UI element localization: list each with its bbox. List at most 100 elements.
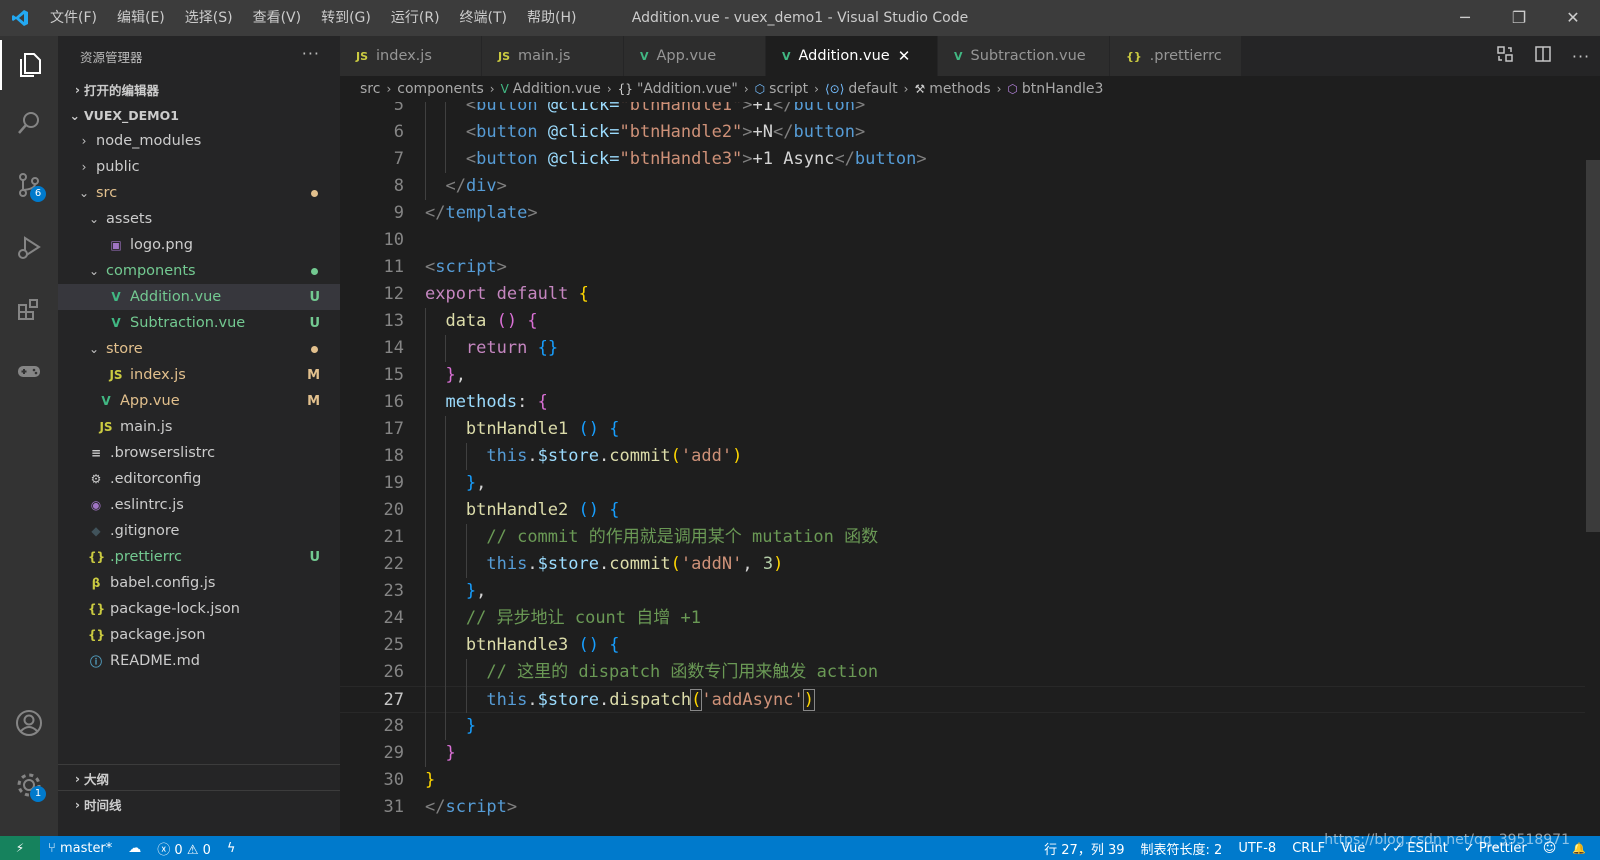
breadcrumb-item[interactable]: {} "Addition.vue" xyxy=(618,81,738,97)
code-line: 28} xyxy=(340,713,1585,740)
close-window-button[interactable]: ✕ xyxy=(1546,0,1600,36)
search-button[interactable] xyxy=(0,98,58,148)
menu-item[interactable]: 文件(F) xyxy=(40,0,107,36)
file-item[interactable]: ≡ .browserslistrc xyxy=(58,440,340,466)
breadcrumb-item[interactable]: ⬡ btnHandle3 xyxy=(1007,81,1103,97)
code-token: () xyxy=(496,311,518,331)
problems-status[interactable]: ⓧ 0 ⚠ 0 xyxy=(149,839,219,858)
remote-indicator[interactable]: ⚡ xyxy=(0,836,40,860)
menu-item[interactable]: 查看(V) xyxy=(243,0,312,36)
open-changes-button[interactable] xyxy=(1486,45,1524,67)
file-item[interactable]: β babel.config.js xyxy=(58,570,340,596)
file-item[interactable]: JS index.js M xyxy=(58,362,340,388)
bolt-status[interactable]: ϟ xyxy=(219,841,244,856)
tab-main-js[interactable]: JS main.js xyxy=(482,36,624,76)
breadcrumb-item[interactable]: src xyxy=(360,81,380,97)
code-token: } xyxy=(445,743,456,763)
accounts-button[interactable] xyxy=(0,698,58,748)
file-item[interactable]: JS main.js xyxy=(58,414,340,440)
code-token: . xyxy=(599,554,610,574)
file-item[interactable]: ◆ .gitignore xyxy=(58,518,340,544)
tab-size[interactable]: 制表符长度: 2 xyxy=(1133,839,1231,858)
cursor-position[interactable]: 行 27，列 39 xyxy=(1036,839,1132,858)
file-item[interactable]: V App.vue M xyxy=(58,388,340,414)
list-icon: ≡ xyxy=(90,446,102,460)
extensions-button[interactable] xyxy=(0,284,58,334)
folder-item[interactable]: ⌄ src xyxy=(58,180,340,206)
project-section[interactable]: ⌄ VUEX_DEMO1 xyxy=(58,102,340,128)
more-editor-actions-button[interactable]: ··· xyxy=(1562,47,1600,66)
manage-button[interactable]: 1 xyxy=(0,760,58,810)
tab-index-js[interactable]: JS index.js xyxy=(340,36,482,76)
code-text: // 这里的 dispatch 函数专门用来触发 action xyxy=(486,659,878,686)
outline-section[interactable]: › 大纲 xyxy=(58,764,340,791)
more-actions-button[interactable]: ··· xyxy=(302,44,320,63)
code-token: </ xyxy=(425,797,446,817)
code-token: < xyxy=(465,149,477,169)
restore-button[interactable]: ❐ xyxy=(1492,0,1546,36)
file-item[interactable]: {} package.json xyxy=(58,622,340,648)
line-number: 14 xyxy=(383,338,404,358)
chevron-right-icon: › xyxy=(81,160,87,174)
code-editor[interactable]: 5 <button @click="btnHandle1">+1</button>… xyxy=(340,102,1600,836)
code-token: () xyxy=(578,500,599,520)
js-icon: JS xyxy=(109,368,123,382)
title-bar: 文件(F) 编辑(E) 选择(S) 查看(V) 转到(G) 运行(R) 终端(T) 帮助(H)… xyxy=(0,0,1600,36)
code-text: <button @click="btnHandle2">+N</button> xyxy=(466,119,865,146)
code-token: ( xyxy=(670,554,681,574)
branch-status[interactable]: ⑂ master* xyxy=(40,841,120,856)
menu-item[interactable]: 帮助(H) xyxy=(517,0,586,36)
menu-item[interactable]: 终端(T) xyxy=(450,0,517,36)
json-icon: {} xyxy=(88,550,106,564)
folder-item[interactable]: ⌄ assets xyxy=(58,206,340,232)
file-item[interactable]: ▣ logo.png xyxy=(58,232,340,258)
timeline-section[interactable]: › 时间线 xyxy=(58,790,340,817)
folder-item[interactable]: ⌄ components xyxy=(58,258,340,284)
open-editors-section[interactable]: › 打开的编辑器 xyxy=(58,76,340,102)
file-item[interactable]: V Subtraction.vue U xyxy=(58,310,340,336)
file-item[interactable]: {} .prettierrc U xyxy=(58,544,340,570)
sync-status[interactable]: ☁ xyxy=(120,841,149,856)
remote-button[interactable] xyxy=(0,346,58,396)
breadcrumb-item[interactable]: V Addition.vue xyxy=(501,81,601,97)
file-item[interactable]: V Addition.vue U xyxy=(58,284,340,310)
source-control-button[interactable]: 6 xyxy=(0,160,58,210)
tab-addition-vue[interactable]: V Addition.vue ✕ xyxy=(766,36,938,76)
editor-scrollbar[interactable] xyxy=(1586,160,1600,532)
code-text: }, xyxy=(466,578,487,605)
tab--prettierrc[interactable]: {} .prettierrc xyxy=(1110,36,1242,76)
line-number: 10 xyxy=(383,230,404,250)
code-token: </ xyxy=(834,149,855,169)
breadcrumb-item[interactable]: ⚒ methods xyxy=(914,81,990,97)
file-item[interactable]: {} package-lock.json xyxy=(58,596,340,622)
code-text: <script> xyxy=(425,254,507,281)
explorer-button[interactable] xyxy=(0,40,58,90)
close-tab-icon[interactable]: ✕ xyxy=(898,47,911,65)
file-item[interactable]: ◉ .eslintrc.js xyxy=(58,492,340,518)
settings-badge: 1 xyxy=(30,786,46,802)
code-line: 12 export default { xyxy=(340,281,1585,308)
file-item[interactable]: ⚙ .editorconfig xyxy=(58,466,340,492)
run-debug-button[interactable] xyxy=(0,222,58,272)
menu-item[interactable]: 选择(S) xyxy=(175,0,243,36)
folder-item[interactable]: › public xyxy=(58,154,340,180)
menu-item[interactable]: 编辑(E) xyxy=(107,0,175,36)
file-item[interactable]: ⓘ README.md xyxy=(58,648,340,674)
tab-label: Addition.vue xyxy=(798,48,890,64)
tab-subtraction-vue[interactable]: V Subtraction.vue xyxy=(938,36,1110,76)
folder-item[interactable]: › node_modules xyxy=(58,128,340,154)
breadcrumb-item[interactable]: ⬡ script xyxy=(755,81,809,97)
split-editor-button[interactable] xyxy=(1524,45,1562,67)
folder-item[interactable]: ⌄ store xyxy=(58,336,340,362)
code-token: > xyxy=(854,122,866,142)
minimize-button[interactable]: ─ xyxy=(1438,0,1492,36)
menu-item[interactable]: 运行(R) xyxy=(381,0,450,36)
menu-item[interactable]: 转到(G) xyxy=(311,0,381,36)
tab-app-vue[interactable]: V App.vue xyxy=(624,36,766,76)
editor-tab-bar: JS index.js JS main.js V App.vue V Addition.vue… xyxy=(340,36,1600,76)
encoding[interactable]: UTF-8 xyxy=(1230,841,1284,856)
chevron-right-icon: › xyxy=(996,82,1002,96)
breadcrumb-item[interactable]: components xyxy=(397,81,484,97)
breadcrumb-item[interactable]: ⟨⊙⟩ default xyxy=(825,81,898,97)
code-token: } xyxy=(465,581,477,601)
